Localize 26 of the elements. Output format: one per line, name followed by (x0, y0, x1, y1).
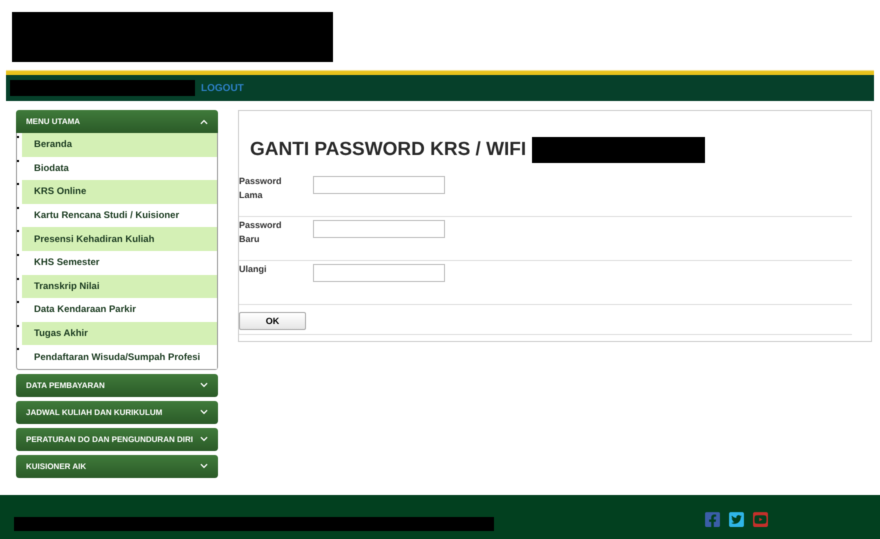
menu-item[interactable]: Beranda (22, 133, 217, 157)
menu-section-header[interactable]: KUISIONER AIK (16, 454, 218, 478)
chevron-down-icon (200, 462, 208, 470)
chevron-down-icon (200, 408, 208, 416)
facebook-icon[interactable] (704, 511, 721, 528)
menu-item[interactable]: KRS Online (22, 180, 217, 204)
page-title: GANTI PASSWORD KRS / WIFI (250, 139, 526, 161)
field-label: Password Baru (239, 219, 283, 246)
password-field[interactable] (313, 220, 445, 238)
chevron-up-icon (200, 118, 208, 126)
menu-item[interactable]: Tugas Akhir (22, 322, 217, 346)
menu-section-header[interactable]: DATA PEMBAYARAN (16, 374, 218, 397)
field-label: Password Lama (239, 175, 283, 202)
menu-item[interactable]: Transkrip Nilai (22, 274, 217, 298)
twitter-icon[interactable] (728, 511, 745, 528)
password-field[interactable] (313, 264, 445, 282)
menu-item[interactable]: Presensi Kehadiran Kuliah (22, 227, 217, 251)
menu-section-header[interactable]: MENU UTAMA (16, 110, 218, 133)
chevron-down-icon (200, 381, 208, 390)
chevron-down-icon (200, 435, 208, 444)
field-label: Ulangi (239, 263, 268, 276)
menu-section-header[interactable]: PERATURAN DO DAN PENGUNDURAN DIRI (16, 428, 218, 451)
password-field[interactable] (313, 176, 445, 194)
youtube-icon[interactable] (752, 511, 769, 528)
ok-button[interactable]: OK (239, 312, 306, 330)
menu-section-header[interactable]: JADWAL KULIAH DAN KURIKULUM (16, 400, 218, 424)
